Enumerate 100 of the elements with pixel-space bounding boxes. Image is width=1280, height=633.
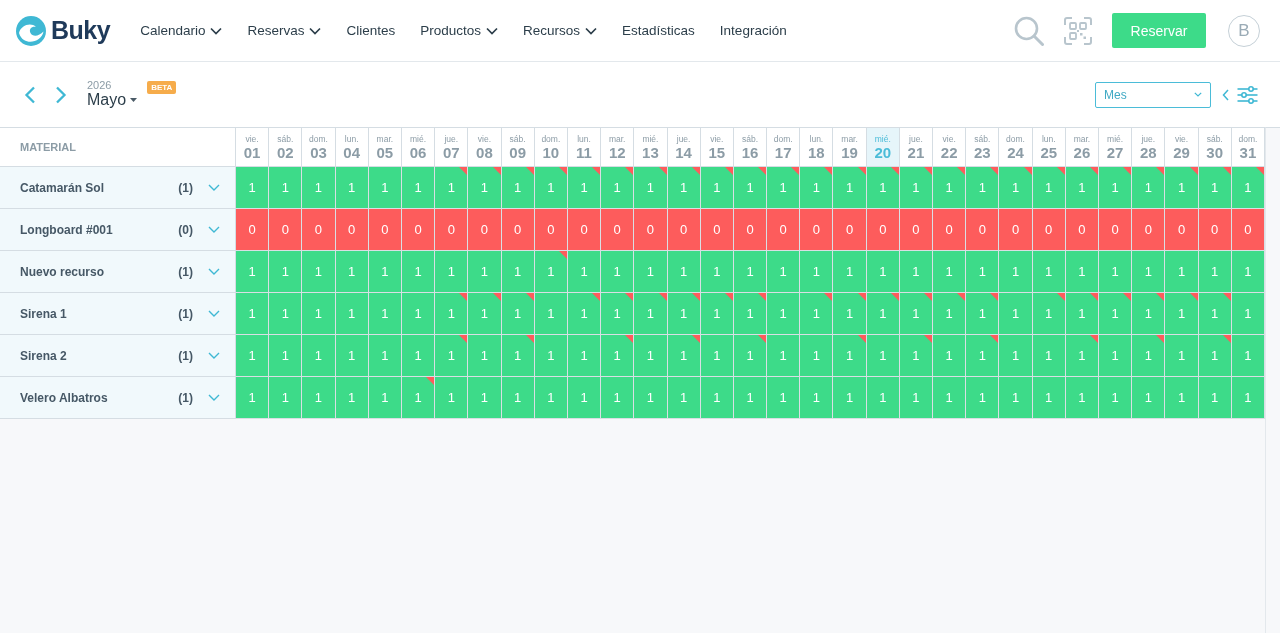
corner-flag-icon	[1123, 293, 1132, 301]
wave-logo-icon[interactable]	[16, 15, 46, 46]
weekday-label: mar.	[1073, 133, 1091, 144]
availability-count: 0	[447, 222, 455, 237]
availability-count: 1	[845, 348, 854, 363]
caret-icon	[130, 97, 138, 102]
availability-count: 1	[879, 264, 887, 279]
corner-flag-icon	[459, 167, 468, 175]
resource-count: (1)	[178, 390, 193, 405]
scrollbar-track[interactable]	[1265, 127, 1280, 633]
sliders-icon[interactable]	[1237, 85, 1258, 104]
nav-menu-item[interactable]: Calendario	[140, 23, 223, 38]
corner-flag-icon	[592, 293, 601, 301]
weekday-label: mar.	[608, 133, 626, 144]
availability-count: 1	[613, 348, 621, 363]
availability-count: 0	[314, 222, 323, 237]
nav-menu-item[interactable]: Reservas	[247, 23, 322, 38]
availability-count: 0	[1177, 222, 1186, 237]
corner-flag-icon	[1090, 335, 1099, 343]
availability-count: 1	[381, 264, 389, 279]
availability-count: 1	[314, 264, 323, 279]
availability-count: 1	[1177, 180, 1186, 195]
corner-flag-icon	[1222, 335, 1231, 343]
availability-count: 1	[281, 264, 289, 279]
search-icon[interactable]	[1014, 15, 1044, 46]
nav-menu-item[interactable]: Recursos	[523, 23, 598, 38]
corner-flag-icon	[1256, 167, 1264, 175]
qr-code-icon[interactable]	[1064, 16, 1092, 45]
day-number: 19	[841, 143, 858, 161]
availability-count: 1	[381, 180, 389, 195]
availability-count: 0	[978, 222, 986, 237]
nav-menu-item[interactable]: Estadísticas	[622, 23, 695, 38]
weekday-label: dom.	[773, 133, 793, 144]
weekday-label: vie.	[942, 133, 956, 144]
corner-flag-icon	[857, 293, 866, 301]
chevron-right-icon[interactable]	[55, 85, 67, 104]
availability-count: 1	[713, 390, 721, 405]
availability-count: 0	[514, 222, 522, 237]
availability-count: 1	[680, 306, 688, 321]
availability-count: 1	[381, 390, 389, 405]
availability-count: 1	[1111, 306, 1119, 321]
month-dropdown[interactable]: Mayo	[87, 90, 138, 109]
corner-flag-icon	[957, 293, 966, 301]
weekday-label: sáb.	[974, 133, 991, 144]
day-number: 25	[1040, 143, 1058, 161]
chevron-left-icon[interactable]	[1222, 88, 1229, 101]
day-number: 15	[708, 143, 726, 161]
corner-flag-icon	[1189, 293, 1198, 301]
brand-name[interactable]: Buky	[51, 16, 111, 45]
availability-count: 1	[480, 306, 489, 321]
chevron-down-icon[interactable]	[208, 310, 220, 317]
corner-flag-icon	[1123, 167, 1132, 175]
availability-count: 1	[779, 390, 787, 405]
nav-menu-item[interactable]: Integración	[719, 23, 787, 38]
corner-flag-icon	[924, 167, 933, 175]
availability-count: 1	[978, 390, 986, 405]
availability-count: 1	[381, 348, 389, 363]
availability-count: 1	[912, 180, 920, 195]
availability-count: 1	[1111, 390, 1119, 405]
weekday-label: sáb.	[741, 133, 759, 144]
availability-count: 1	[348, 306, 356, 321]
chevron-down-icon[interactable]	[208, 226, 220, 233]
availability-count: 1	[879, 306, 887, 321]
availability-count: 1	[480, 390, 489, 405]
weekday-label: dom.	[541, 133, 561, 144]
day-number: 21	[907, 143, 925, 161]
availability-count: 1	[978, 306, 986, 321]
nav-menu-item[interactable]: Clientes	[346, 23, 396, 38]
nav-menu-item[interactable]: Productos	[420, 23, 499, 38]
availability-count: 1	[912, 264, 920, 279]
weekday-label: dom.	[309, 133, 328, 144]
chevron-down-icon[interactable]	[208, 184, 220, 191]
weekday-label: sáb.	[277, 133, 294, 144]
chevron-down-icon[interactable]	[208, 352, 220, 359]
corner-flag-icon	[492, 293, 501, 301]
corner-flag-icon	[459, 293, 468, 301]
chevron-left-icon[interactable]	[24, 85, 36, 104]
availability-count: 0	[1011, 222, 1020, 237]
availability-count: 1	[281, 348, 289, 363]
availability-count: 1	[348, 180, 356, 195]
chevron-down-icon[interactable]	[208, 268, 220, 275]
availability-count: 1	[1144, 306, 1152, 321]
availability-count: 1	[779, 264, 787, 279]
availability-count: 1	[447, 180, 455, 195]
chevron-down-icon[interactable]	[208, 394, 220, 401]
availability-count: 0	[414, 222, 422, 237]
day-number: 08	[476, 143, 493, 161]
day-number: 05	[376, 143, 394, 161]
availability-count: 1	[1244, 348, 1252, 363]
resource-name: Sirena 1	[20, 306, 67, 321]
day-number: 13	[642, 143, 659, 161]
caret-icon	[210, 26, 223, 35]
corner-flag-icon	[1056, 167, 1065, 175]
day-number: 27	[1106, 143, 1124, 161]
availability-count: 1	[646, 306, 655, 321]
availability-count: 0	[845, 222, 854, 237]
weekday-label: mié.	[1107, 133, 1124, 144]
availability-count: 1	[1045, 348, 1053, 363]
availability-count: 1	[1045, 264, 1053, 279]
availability-count: 1	[912, 306, 920, 321]
